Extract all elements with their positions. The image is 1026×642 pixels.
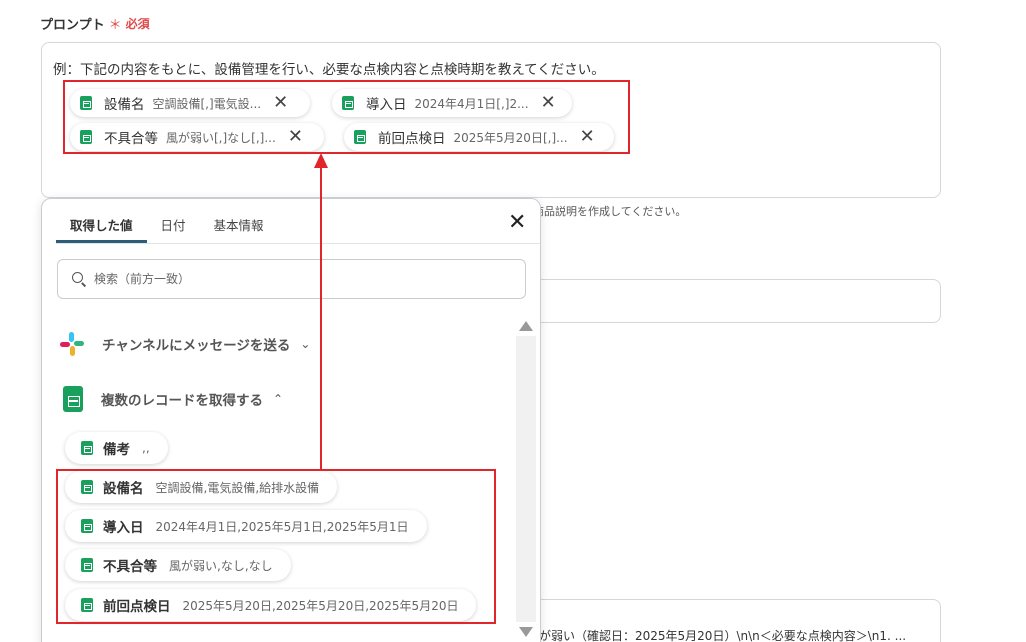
search-icon [72,272,86,286]
chip-remove-icon[interactable]: ✕ [288,128,303,146]
tabs-divider [56,243,540,244]
field-hint-text: 商品説明を作成してください。 [533,205,687,218]
item-value: ,, [142,441,150,455]
tab-acquired-values[interactable]: 取得した値 [56,207,147,243]
chip-value: 2025年5月20日[,]... [453,130,568,145]
scrollbar-track[interactable] [516,336,536,622]
search-input[interactable] [94,272,494,286]
background-output-text: が弱い（確認日：2025年5月20日）\n\n＜必要な点検内容＞\n1. ... [539,629,907,642]
required-star: ＊ [108,18,122,33]
item-name: 設備名 [103,481,144,497]
value-item-equipment[interactable]: 設備名 空調設備,電気設備,給排水設備 [65,471,338,503]
chip-remove-icon[interactable]: ✕ [541,94,556,112]
prompt-textarea[interactable]: 例：下記の内容をもとに、設備管理を行い、必要な点検内容と点検時期を教えてください… [41,42,941,198]
section-get-multiple-records[interactable]: 複数のレコードを取得する ⌃ [60,386,283,412]
chevron-up-icon: ⌃ [273,392,284,406]
field-label-row: プロンプト ＊ 必須 [40,14,150,33]
close-icon[interactable]: ✕ [508,212,526,234]
chip-name: 不具合等 [104,131,158,147]
scroll-down-arrow-icon[interactable] [519,627,533,637]
field-label: プロンプト [40,18,105,33]
chip-value: 2024年4月1日[,]2... [414,96,529,111]
google-sheets-icon [81,598,93,612]
google-sheets-icon [80,130,92,144]
section-title: チャンネルにメッセージを送る [102,338,291,354]
item-name: 不具合等 [103,559,157,575]
chip-remove-icon[interactable]: ✕ [273,94,288,112]
google-sheets-icon [81,441,93,455]
scroll-up-arrow-icon[interactable] [519,321,533,331]
annotation-arrow-icon [314,153,328,470]
chip-name: 導入日 [366,97,407,113]
chip-value: 風が弱い[,]なし[,]... [166,130,276,145]
chip-name: 前回点検日 [378,131,446,147]
item-value: 2024年4月1日,2025年5月1日,2025年5月1日 [155,519,409,534]
search-field[interactable] [57,259,526,299]
section-title: 複数のレコードを取得する [101,393,263,409]
picker-tabs: 取得した値 日付 基本情報 [56,207,278,243]
value-item-install-date[interactable]: 導入日 2024年4月1日,2025年5月1日,2025年5月1日 [65,510,427,542]
tab-basic-info[interactable]: 基本情報 [200,207,278,243]
google-sheets-icon [81,519,93,533]
google-sheets-icon [81,480,93,494]
tab-date[interactable]: 日付 [147,207,200,243]
chip-remove-icon[interactable]: ✕ [580,128,595,146]
value-item-last-inspection[interactable]: 前回点検日 2025年5月20日,2025年5月20日,2025年5月20日 [65,589,477,621]
google-sheets-icon [80,96,92,110]
google-sheets-icon [354,130,366,144]
prompt-text: 例：下記の内容をもとに、設備管理を行い、必要な点検内容と点検時期を教えてください… [53,62,605,78]
prompt-chip-install-date[interactable]: 導入日 2024年4月1日[,]2... ✕ [332,89,572,117]
value-item-defects[interactable]: 不具合等 風が弱い,なし,なし [65,549,291,581]
chip-value: 空調設備[,]電気設... [152,96,262,111]
prompt-chip-defects[interactable]: 不具合等 風が弱い[,]なし[,]... ✕ [70,123,324,151]
chip-name: 設備名 [104,97,145,113]
google-sheets-icon [81,558,93,572]
item-name: 導入日 [103,520,144,536]
value-picker-popup: 取得した値 日付 基本情報 ✕ チャンネルにメッセージを送る ⌄ 複数のレコード… [41,198,541,642]
background-input-field[interactable] [520,279,941,323]
item-name: 前回点検日 [103,599,171,615]
slack-icon [60,332,84,356]
item-value: 風が弱い,なし,なし [169,558,273,573]
prompt-chip-equipment[interactable]: 設備名 空調設備[,]電気設... ✕ [70,89,310,117]
required-text: 必須 [125,17,150,31]
section-slack-send-message[interactable]: チャンネルにメッセージを送る ⌄ [60,332,310,356]
prompt-chip-last-inspection[interactable]: 前回点検日 2025年5月20日[,]... ✕ [344,123,614,151]
item-value: 2025年5月20日,2025年5月20日,2025年5月20日 [182,598,459,613]
item-value: 空調設備,電気設備,給排水設備 [155,480,320,495]
item-name: 備考 [103,442,130,458]
value-item-notes[interactable]: 備考 ,, [65,432,168,464]
google-sheets-icon [342,96,354,110]
google-sheets-icon [63,386,83,412]
